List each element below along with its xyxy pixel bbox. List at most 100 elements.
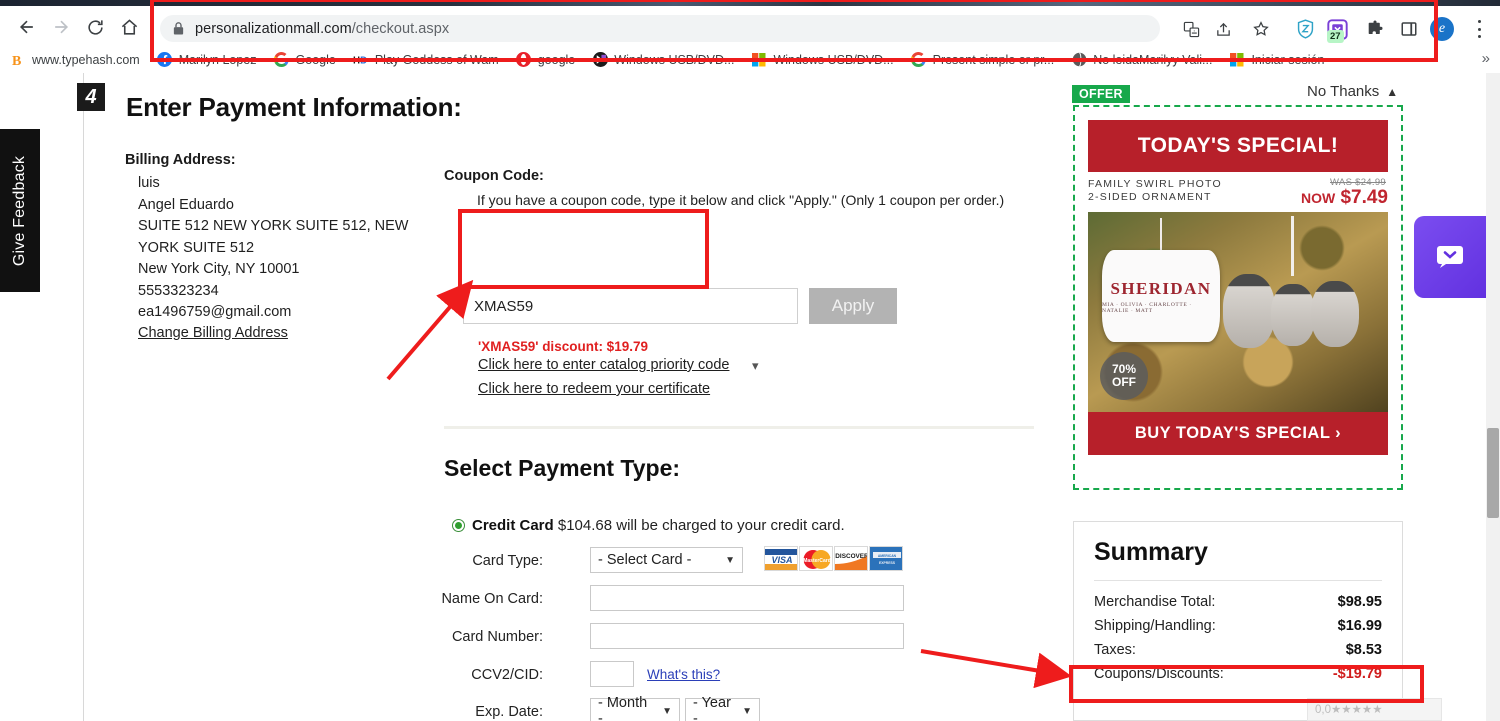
google-icon — [274, 52, 290, 68]
home-button[interactable] — [114, 12, 144, 42]
exp-month-select[interactable]: - Month - ▼ — [590, 695, 680, 721]
vpn-shield-icon[interactable] — [1292, 16, 1318, 42]
coupon-input[interactable] — [463, 288, 798, 324]
summary-row-value: -$19.79 — [1332, 666, 1382, 682]
hd-icon: HD — [353, 52, 369, 68]
apply-coupon-button[interactable]: Apply — [809, 288, 897, 324]
buy-special-button[interactable]: BUY TODAY'S SPECIAL › — [1088, 412, 1388, 455]
bookmark-item[interactable]: Marilyn Lopez — [157, 52, 257, 68]
billing-heading: Billing Address: — [125, 152, 236, 168]
change-billing-address-link[interactable]: Change Billing Address — [125, 325, 288, 341]
card-type-select[interactable]: - Select Card - ▼ — [590, 547, 743, 573]
extensions-puzzle-icon[interactable] — [1362, 16, 1388, 42]
catalog-priority-code-link[interactable]: Click here to enter catalog priority cod… — [478, 357, 729, 373]
chevron-down-icon: ▼ — [725, 554, 735, 566]
bookmark-item[interactable]: Iniciar sesión — [1229, 52, 1324, 68]
billing-address-block: Billing Address: luis Angel Eduardo SUIT… — [125, 152, 445, 342]
ccv-input[interactable] — [590, 661, 634, 687]
bookmarks-bar: B www.typehash.com Marilyn Lopez Google … — [0, 46, 1500, 73]
ornament-string — [1160, 218, 1162, 254]
card-type-value: - Select Card - — [598, 552, 692, 568]
globe-icon — [1071, 52, 1087, 68]
card-number-input[interactable] — [590, 623, 904, 649]
section-divider — [444, 426, 1034, 429]
bookmarks-overflow-icon[interactable]: » — [1482, 50, 1490, 67]
back-button[interactable] — [12, 12, 42, 42]
coupon-heading: Coupon Code: — [444, 168, 544, 184]
summary-row-label: Coupons/Discounts: — [1094, 666, 1224, 682]
bookmark-item[interactable]: Google — [274, 52, 336, 68]
bookmark-item[interactable]: HD Play Goddess of Wam — [353, 52, 499, 68]
exp-date-label: Exp. Date: — [475, 704, 543, 720]
offer-badge: OFFER — [1072, 85, 1130, 103]
chat-widget-button[interactable] — [1414, 216, 1486, 298]
credit-card-label: Credit Card $104.68 will be charged to y… — [472, 517, 845, 534]
discover-logo: DISCOVER — [834, 546, 868, 571]
bookmark-item[interactable]: No leidaMarilyy Vali... — [1071, 52, 1212, 68]
coupon-block: Coupon Code: If you have a coupon code, … — [444, 168, 1044, 208]
svg-text:B: B — [12, 54, 21, 68]
address-bar[interactable]: personalizationmall.com/checkout.aspx — [160, 15, 1160, 42]
card-type-label: Card Type: — [472, 553, 543, 569]
page-content: Give Feedback 4 Enter Payment Informatio… — [0, 73, 1486, 721]
profile-avatar[interactable]: e — [1430, 17, 1454, 41]
svg-text:H: H — [353, 55, 360, 65]
summary-row-value: $16.99 — [1337, 618, 1382, 634]
rating-widget[interactable]: 0,0★★★★★ — [1307, 698, 1442, 721]
whats-this-link[interactable]: What's this? — [647, 667, 720, 682]
ornament-preview: SHERIDAN MIA · OLIVIA · CHARLOTTE · NATA… — [1102, 250, 1220, 342]
coupon-discount-note: 'XMAS59' discount: $19.79 — [478, 339, 648, 354]
exp-year-value: - Year - — [693, 695, 731, 721]
bookmark-item[interactable]: Windows USB/DVD... — [751, 52, 894, 68]
translate-icon[interactable] — [1178, 16, 1204, 42]
photo-faces — [1223, 274, 1378, 352]
offer-product-image: SHERIDAN MIA · OLIVIA · CHARLOTTE · NATA… — [1088, 212, 1388, 412]
summary-row-value: $98.95 — [1337, 594, 1382, 610]
opera-icon — [516, 52, 532, 68]
mastercard-logo: MasterCard — [799, 546, 833, 571]
bitcoin-icon: B — [10, 52, 26, 68]
svg-text:DISCOVER: DISCOVER — [835, 553, 868, 560]
offer-panel[interactable]: TODAY'S SPECIAL! FAMILY SWIRL PHOTO 2-SI… — [1073, 105, 1403, 490]
exp-year-select[interactable]: - Year - ▼ — [685, 695, 760, 721]
chevron-down-icon[interactable]: ▾ — [752, 358, 759, 374]
scrollbar-thumb[interactable] — [1487, 428, 1499, 518]
chevron-up-icon: ▲ — [1386, 85, 1399, 99]
summary-title: Summary — [1094, 538, 1208, 566]
bookmark-item[interactable]: google — [516, 52, 575, 68]
content-rail-divider — [83, 73, 84, 721]
billing-line: SUITE 512 NEW YORK SUITE 512, NEW — [138, 218, 409, 234]
offer-dismiss-button[interactable]: No Thanks ▲ — [1307, 83, 1398, 100]
google-icon — [911, 52, 927, 68]
redeem-certificate-link[interactable]: Click here to redeem your certificate — [478, 381, 710, 397]
reload-button[interactable] — [80, 12, 110, 42]
forward-button[interactable] — [46, 12, 76, 42]
summary-row-value: $8.53 — [1345, 642, 1382, 658]
ccv-label: CCV2/CID: — [471, 667, 543, 683]
give-feedback-tab[interactable]: Give Feedback — [0, 129, 40, 292]
name-on-card-label: Name On Card: — [441, 591, 543, 607]
svg-text:EXPRESS: EXPRESS — [879, 561, 896, 565]
bookmark-star-icon[interactable] — [1248, 16, 1274, 42]
windows-icon — [1229, 52, 1245, 68]
bookmark-item[interactable]: Windows USB/DVD... — [592, 52, 734, 68]
browser-menu-icon[interactable] — [1470, 18, 1488, 40]
chevron-down-icon: ▼ — [662, 705, 672, 717]
name-on-card-input[interactable] — [590, 585, 904, 611]
summary-row: Shipping/Handling: $16.99 — [1094, 614, 1382, 638]
face-photo — [1311, 281, 1359, 347]
offer-product-info: FAMILY SWIRL PHOTO 2-SIDED ORNAMENT WAS … — [1088, 172, 1388, 212]
windows-media-icon — [592, 52, 608, 68]
billing-line: New York City, NY 10001 — [138, 261, 300, 277]
billing-line: YORK SUITE 512 — [138, 239, 255, 256]
side-panel-icon[interactable] — [1396, 16, 1422, 42]
bookmark-item[interactable]: Present simple or pr... — [911, 52, 1054, 68]
bookmark-item[interactable]: B www.typehash.com — [10, 52, 140, 68]
page-scrollbar[interactable] — [1486, 73, 1500, 721]
face-photo — [1223, 274, 1275, 348]
exp-month-value: - Month - — [598, 695, 648, 721]
credit-card-radio[interactable] — [452, 519, 465, 532]
svg-text:D: D — [360, 55, 367, 65]
share-icon[interactable] — [1210, 16, 1236, 42]
svg-text:VISA: VISA — [771, 555, 792, 565]
